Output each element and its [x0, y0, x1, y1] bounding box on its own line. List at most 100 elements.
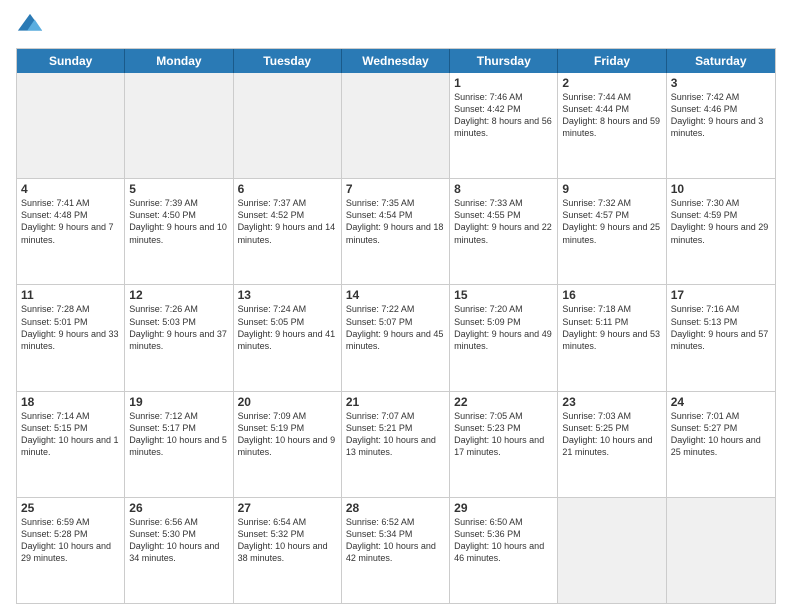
day-info: Sunrise: 7:07 AM Sunset: 5:21 PM Dayligh…	[346, 410, 445, 459]
day-cell-20: 20Sunrise: 7:09 AM Sunset: 5:19 PM Dayli…	[234, 392, 342, 497]
day-number: 22	[454, 395, 553, 409]
day-cell-21: 21Sunrise: 7:07 AM Sunset: 5:21 PM Dayli…	[342, 392, 450, 497]
day-number: 16	[562, 288, 661, 302]
header-day-monday: Monday	[125, 49, 233, 73]
day-info: Sunrise: 7:20 AM Sunset: 5:09 PM Dayligh…	[454, 303, 553, 352]
day-info: Sunrise: 7:26 AM Sunset: 5:03 PM Dayligh…	[129, 303, 228, 352]
calendar: SundayMondayTuesdayWednesdayThursdayFrid…	[16, 48, 776, 604]
day-info: Sunrise: 6:50 AM Sunset: 5:36 PM Dayligh…	[454, 516, 553, 565]
day-number: 7	[346, 182, 445, 196]
day-number: 20	[238, 395, 337, 409]
logo	[16, 12, 48, 40]
day-info: Sunrise: 7:39 AM Sunset: 4:50 PM Dayligh…	[129, 197, 228, 246]
day-cell-11: 11Sunrise: 7:28 AM Sunset: 5:01 PM Dayli…	[17, 285, 125, 390]
day-cell-13: 13Sunrise: 7:24 AM Sunset: 5:05 PM Dayli…	[234, 285, 342, 390]
day-number: 15	[454, 288, 553, 302]
day-cell-18: 18Sunrise: 7:14 AM Sunset: 5:15 PM Dayli…	[17, 392, 125, 497]
day-cell-16: 16Sunrise: 7:18 AM Sunset: 5:11 PM Dayli…	[558, 285, 666, 390]
day-info: Sunrise: 7:22 AM Sunset: 5:07 PM Dayligh…	[346, 303, 445, 352]
header-day-tuesday: Tuesday	[234, 49, 342, 73]
day-cell-9: 9Sunrise: 7:32 AM Sunset: 4:57 PM Daylig…	[558, 179, 666, 284]
day-number: 18	[21, 395, 120, 409]
day-number: 2	[562, 76, 661, 90]
day-info: Sunrise: 7:35 AM Sunset: 4:54 PM Dayligh…	[346, 197, 445, 246]
day-number: 29	[454, 501, 553, 515]
day-number: 1	[454, 76, 553, 90]
day-number: 26	[129, 501, 228, 515]
day-number: 13	[238, 288, 337, 302]
day-info: Sunrise: 6:54 AM Sunset: 5:32 PM Dayligh…	[238, 516, 337, 565]
day-cell-2: 2Sunrise: 7:44 AM Sunset: 4:44 PM Daylig…	[558, 73, 666, 178]
day-cell-6: 6Sunrise: 7:37 AM Sunset: 4:52 PM Daylig…	[234, 179, 342, 284]
header-day-thursday: Thursday	[450, 49, 558, 73]
day-info: Sunrise: 6:59 AM Sunset: 5:28 PM Dayligh…	[21, 516, 120, 565]
day-info: Sunrise: 7:28 AM Sunset: 5:01 PM Dayligh…	[21, 303, 120, 352]
empty-cell	[125, 73, 233, 178]
day-cell-7: 7Sunrise: 7:35 AM Sunset: 4:54 PM Daylig…	[342, 179, 450, 284]
day-info: Sunrise: 6:52 AM Sunset: 5:34 PM Dayligh…	[346, 516, 445, 565]
day-number: 27	[238, 501, 337, 515]
header-day-friday: Friday	[558, 49, 666, 73]
day-cell-10: 10Sunrise: 7:30 AM Sunset: 4:59 PM Dayli…	[667, 179, 775, 284]
calendar-row-2: 11Sunrise: 7:28 AM Sunset: 5:01 PM Dayli…	[17, 285, 775, 391]
day-info: Sunrise: 7:12 AM Sunset: 5:17 PM Dayligh…	[129, 410, 228, 459]
calendar-row-0: 1Sunrise: 7:46 AM Sunset: 4:42 PM Daylig…	[17, 73, 775, 179]
day-number: 24	[671, 395, 771, 409]
empty-cell	[342, 73, 450, 178]
day-info: Sunrise: 7:03 AM Sunset: 5:25 PM Dayligh…	[562, 410, 661, 459]
day-number: 5	[129, 182, 228, 196]
day-number: 4	[21, 182, 120, 196]
day-cell-14: 14Sunrise: 7:22 AM Sunset: 5:07 PM Dayli…	[342, 285, 450, 390]
day-info: Sunrise: 7:32 AM Sunset: 4:57 PM Dayligh…	[562, 197, 661, 246]
day-cell-8: 8Sunrise: 7:33 AM Sunset: 4:55 PM Daylig…	[450, 179, 558, 284]
day-info: Sunrise: 7:42 AM Sunset: 4:46 PM Dayligh…	[671, 91, 771, 140]
day-info: Sunrise: 7:16 AM Sunset: 5:13 PM Dayligh…	[671, 303, 771, 352]
calendar-row-4: 25Sunrise: 6:59 AM Sunset: 5:28 PM Dayli…	[17, 498, 775, 603]
day-cell-4: 4Sunrise: 7:41 AM Sunset: 4:48 PM Daylig…	[17, 179, 125, 284]
day-number: 28	[346, 501, 445, 515]
page: SundayMondayTuesdayWednesdayThursdayFrid…	[0, 0, 792, 612]
day-info: Sunrise: 7:33 AM Sunset: 4:55 PM Dayligh…	[454, 197, 553, 246]
empty-cell	[17, 73, 125, 178]
day-cell-26: 26Sunrise: 6:56 AM Sunset: 5:30 PM Dayli…	[125, 498, 233, 603]
calendar-body: 1Sunrise: 7:46 AM Sunset: 4:42 PM Daylig…	[17, 73, 775, 603]
day-cell-19: 19Sunrise: 7:12 AM Sunset: 5:17 PM Dayli…	[125, 392, 233, 497]
day-number: 19	[129, 395, 228, 409]
empty-cell	[667, 498, 775, 603]
day-cell-22: 22Sunrise: 7:05 AM Sunset: 5:23 PM Dayli…	[450, 392, 558, 497]
logo-icon	[16, 12, 44, 40]
day-number: 8	[454, 182, 553, 196]
day-info: Sunrise: 7:46 AM Sunset: 4:42 PM Dayligh…	[454, 91, 553, 140]
day-cell-29: 29Sunrise: 6:50 AM Sunset: 5:36 PM Dayli…	[450, 498, 558, 603]
day-number: 14	[346, 288, 445, 302]
day-info: Sunrise: 7:41 AM Sunset: 4:48 PM Dayligh…	[21, 197, 120, 246]
day-info: Sunrise: 7:30 AM Sunset: 4:59 PM Dayligh…	[671, 197, 771, 246]
day-info: Sunrise: 7:18 AM Sunset: 5:11 PM Dayligh…	[562, 303, 661, 352]
day-number: 9	[562, 182, 661, 196]
empty-cell	[234, 73, 342, 178]
day-info: Sunrise: 7:44 AM Sunset: 4:44 PM Dayligh…	[562, 91, 661, 140]
day-info: Sunrise: 7:01 AM Sunset: 5:27 PM Dayligh…	[671, 410, 771, 459]
day-number: 17	[671, 288, 771, 302]
day-cell-27: 27Sunrise: 6:54 AM Sunset: 5:32 PM Dayli…	[234, 498, 342, 603]
day-number: 11	[21, 288, 120, 302]
header-day-wednesday: Wednesday	[342, 49, 450, 73]
calendar-row-3: 18Sunrise: 7:14 AM Sunset: 5:15 PM Dayli…	[17, 392, 775, 498]
day-cell-23: 23Sunrise: 7:03 AM Sunset: 5:25 PM Dayli…	[558, 392, 666, 497]
day-info: Sunrise: 6:56 AM Sunset: 5:30 PM Dayligh…	[129, 516, 228, 565]
header	[16, 12, 776, 40]
day-cell-15: 15Sunrise: 7:20 AM Sunset: 5:09 PM Dayli…	[450, 285, 558, 390]
day-info: Sunrise: 7:09 AM Sunset: 5:19 PM Dayligh…	[238, 410, 337, 459]
day-cell-3: 3Sunrise: 7:42 AM Sunset: 4:46 PM Daylig…	[667, 73, 775, 178]
calendar-row-1: 4Sunrise: 7:41 AM Sunset: 4:48 PM Daylig…	[17, 179, 775, 285]
day-number: 10	[671, 182, 771, 196]
calendar-header: SundayMondayTuesdayWednesdayThursdayFrid…	[17, 49, 775, 73]
day-info: Sunrise: 7:24 AM Sunset: 5:05 PM Dayligh…	[238, 303, 337, 352]
day-cell-5: 5Sunrise: 7:39 AM Sunset: 4:50 PM Daylig…	[125, 179, 233, 284]
day-info: Sunrise: 7:14 AM Sunset: 5:15 PM Dayligh…	[21, 410, 120, 459]
day-cell-12: 12Sunrise: 7:26 AM Sunset: 5:03 PM Dayli…	[125, 285, 233, 390]
header-day-sunday: Sunday	[17, 49, 125, 73]
day-cell-24: 24Sunrise: 7:01 AM Sunset: 5:27 PM Dayli…	[667, 392, 775, 497]
empty-cell	[558, 498, 666, 603]
day-number: 3	[671, 76, 771, 90]
